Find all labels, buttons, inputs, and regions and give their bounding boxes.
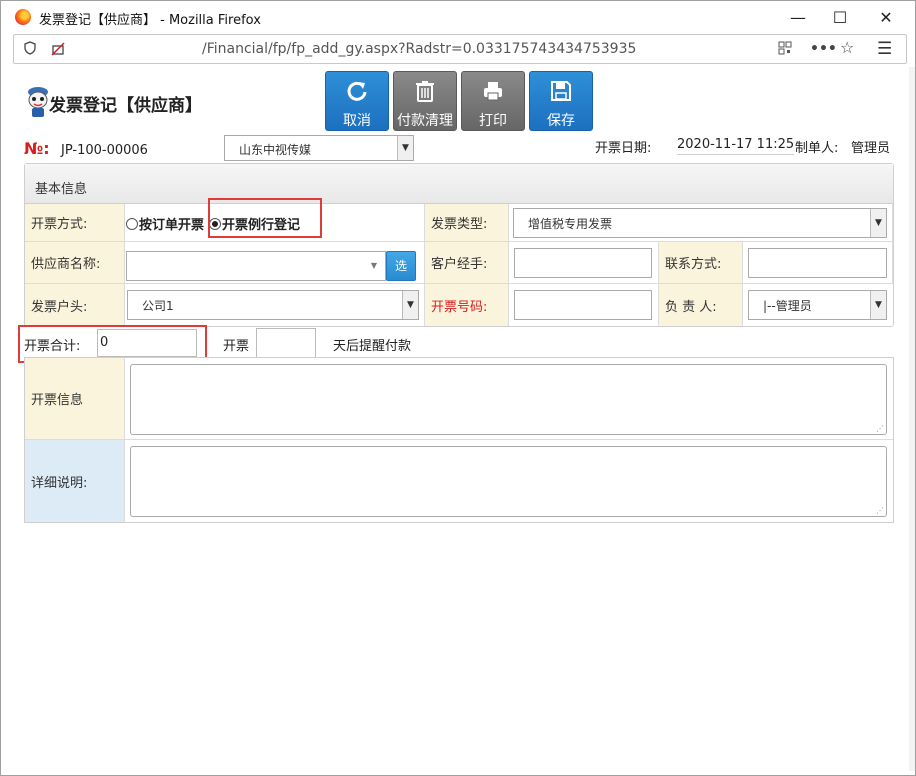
browser-window: 发票登记【供应商】 - Mozilla Firefox — ☐ ✕ /Finan… [0, 0, 916, 776]
date-input[interactable]: 2020-11-17 11:25 [677, 137, 795, 155]
resize-grip-icon[interactable]: ⋰ [876, 506, 884, 515]
section-header: 基本信息 [25, 164, 893, 204]
refresh-icon [346, 80, 368, 104]
remind-suffix: 天后提醒付款 [333, 339, 412, 354]
chevron-down-icon[interactable]: ▼ [870, 209, 886, 237]
page-title: 发票登记【供应商】 [49, 96, 202, 116]
number-label: №: [24, 139, 50, 158]
invoice-info-cell: ⋰ [125, 358, 893, 440]
app-logo-icon [25, 83, 51, 119]
invoice-account-cell: 公司1 ▼ [125, 284, 425, 326]
owner-label: 负 责 人: [659, 284, 743, 326]
invoice-type-value: 增值税专用发票 [528, 216, 613, 231]
maker-label: 制单人: [795, 141, 839, 156]
qr-code-icon[interactable] [778, 41, 792, 59]
owner-cell: |--管理员 ▼ [743, 284, 893, 326]
description-textarea[interactable]: ⋰ [130, 446, 887, 517]
invoice-type-select[interactable]: 增值税专用发票 ▼ [513, 208, 887, 238]
chevron-down-icon[interactable]: ▼ [397, 136, 413, 160]
highlight-box-method [208, 198, 322, 238]
tracking-off-icon[interactable] [50, 41, 66, 61]
payment-clear-button[interactable]: 付款清理 [393, 71, 457, 131]
radio-by-order[interactable]: 按订单开票 [126, 214, 204, 233]
url-bar[interactable]: /Financial/fp/fp_add_gy.aspx?Radstr=0.03… [13, 34, 907, 64]
method-label: 开票方式: [25, 204, 125, 242]
invoice-type-cell: 增值税专用发票 ▼ [509, 204, 893, 242]
invoice-account-label: 发票户头: [25, 284, 125, 326]
invoice-account-value: 公司1 [142, 298, 174, 313]
chevron-down-icon[interactable]: ▼ [870, 291, 886, 319]
title-bar: 发票登记【供应商】 - Mozilla Firefox — ☐ ✕ [1, 1, 915, 33]
save-button[interactable]: 保存 [529, 71, 593, 131]
invoice-number-input[interactable] [514, 290, 652, 320]
caret-down-icon[interactable]: ▼ [371, 261, 377, 270]
background-page-edge-right [909, 67, 915, 771]
client-agent-cell [509, 242, 659, 284]
firefox-logo-icon [15, 9, 31, 25]
invoice-type-label: 发票类型: [425, 204, 509, 242]
supplier-select-value: 山东中视传媒 [239, 143, 312, 157]
description-label: 详细说明: [25, 440, 125, 522]
minimize-button[interactable]: — [775, 1, 821, 33]
cancel-button[interactable]: 取消 [325, 71, 389, 131]
contact-cell [743, 242, 893, 284]
description-cell: ⋰ [125, 440, 893, 522]
invoice-info-textarea[interactable]: ⋰ [130, 364, 887, 435]
url-text[interactable]: /Financial/fp/fp_add_gy.aspx?Radstr=0.03… [202, 41, 636, 57]
number-value: JP-100-00006 [61, 143, 148, 158]
radio-icon [126, 217, 138, 230]
print-button-label: 打印 [479, 113, 507, 129]
maker-value: 管理员 [851, 141, 891, 156]
save-icon [550, 80, 572, 104]
resize-grip-icon[interactable]: ⋰ [876, 424, 884, 433]
details-box: 开票信息 ⋰ 详细说明: ⋰ [24, 357, 894, 523]
owner-value: |--管理员 [763, 298, 812, 313]
shield-icon[interactable] [24, 41, 36, 59]
radio-by-order-label: 按订单开票 [139, 218, 205, 233]
cancel-button-label: 取消 [343, 113, 371, 129]
contact-label: 联系方式: [659, 242, 743, 284]
client-agent-input[interactable] [514, 248, 652, 278]
chevron-down-icon[interactable]: ▼ [402, 291, 418, 319]
page-content: 发票登记【供应商】 取消 付款清理 打印 保存 №: JP-100-00006 … [9, 67, 909, 771]
supplier-name-input[interactable]: ▼ [126, 251, 386, 281]
close-button[interactable]: ✕ [863, 1, 909, 33]
invoice-info-label: 开票信息 [25, 358, 125, 440]
background-page-edge [1, 71, 9, 91]
payment-clear-button-label: 付款清理 [397, 113, 453, 129]
remind-days-input[interactable] [256, 328, 316, 358]
supplier-name-label: 供应商名称: [25, 242, 125, 284]
trash-icon [415, 80, 435, 104]
printer-icon [482, 80, 504, 104]
invoice-number-label: 开票号码: [425, 284, 509, 326]
contact-input[interactable] [748, 248, 887, 278]
more-icon[interactable]: ••• [810, 41, 837, 57]
remind-prefix: 开票 [223, 339, 250, 354]
basic-info-form: 基本信息 开票方式: 按订单开票 开票例行登记 发票类型: 增值税专用发票 ▼ [24, 163, 894, 327]
client-agent-label: 客户经手: [425, 242, 509, 284]
invoice-number-cell [509, 284, 659, 326]
maximize-button[interactable]: ☐ [817, 1, 863, 33]
supplier-select[interactable]: 山东中视传媒 ▼ [224, 135, 414, 161]
date-label: 开票日期: [595, 141, 652, 156]
owner-select[interactable]: |--管理员 ▼ [748, 290, 887, 320]
save-button-label: 保存 [547, 113, 575, 129]
window-title: 发票登记【供应商】 - Mozilla Firefox [39, 13, 261, 28]
bookmark-star-icon[interactable]: ☆ [840, 38, 854, 57]
menu-icon[interactable]: ☰ [877, 39, 892, 59]
invoice-account-select[interactable]: 公司1 ▼ [127, 290, 419, 320]
print-button[interactable]: 打印 [461, 71, 525, 131]
choose-supplier-button[interactable]: 选 [386, 251, 416, 281]
